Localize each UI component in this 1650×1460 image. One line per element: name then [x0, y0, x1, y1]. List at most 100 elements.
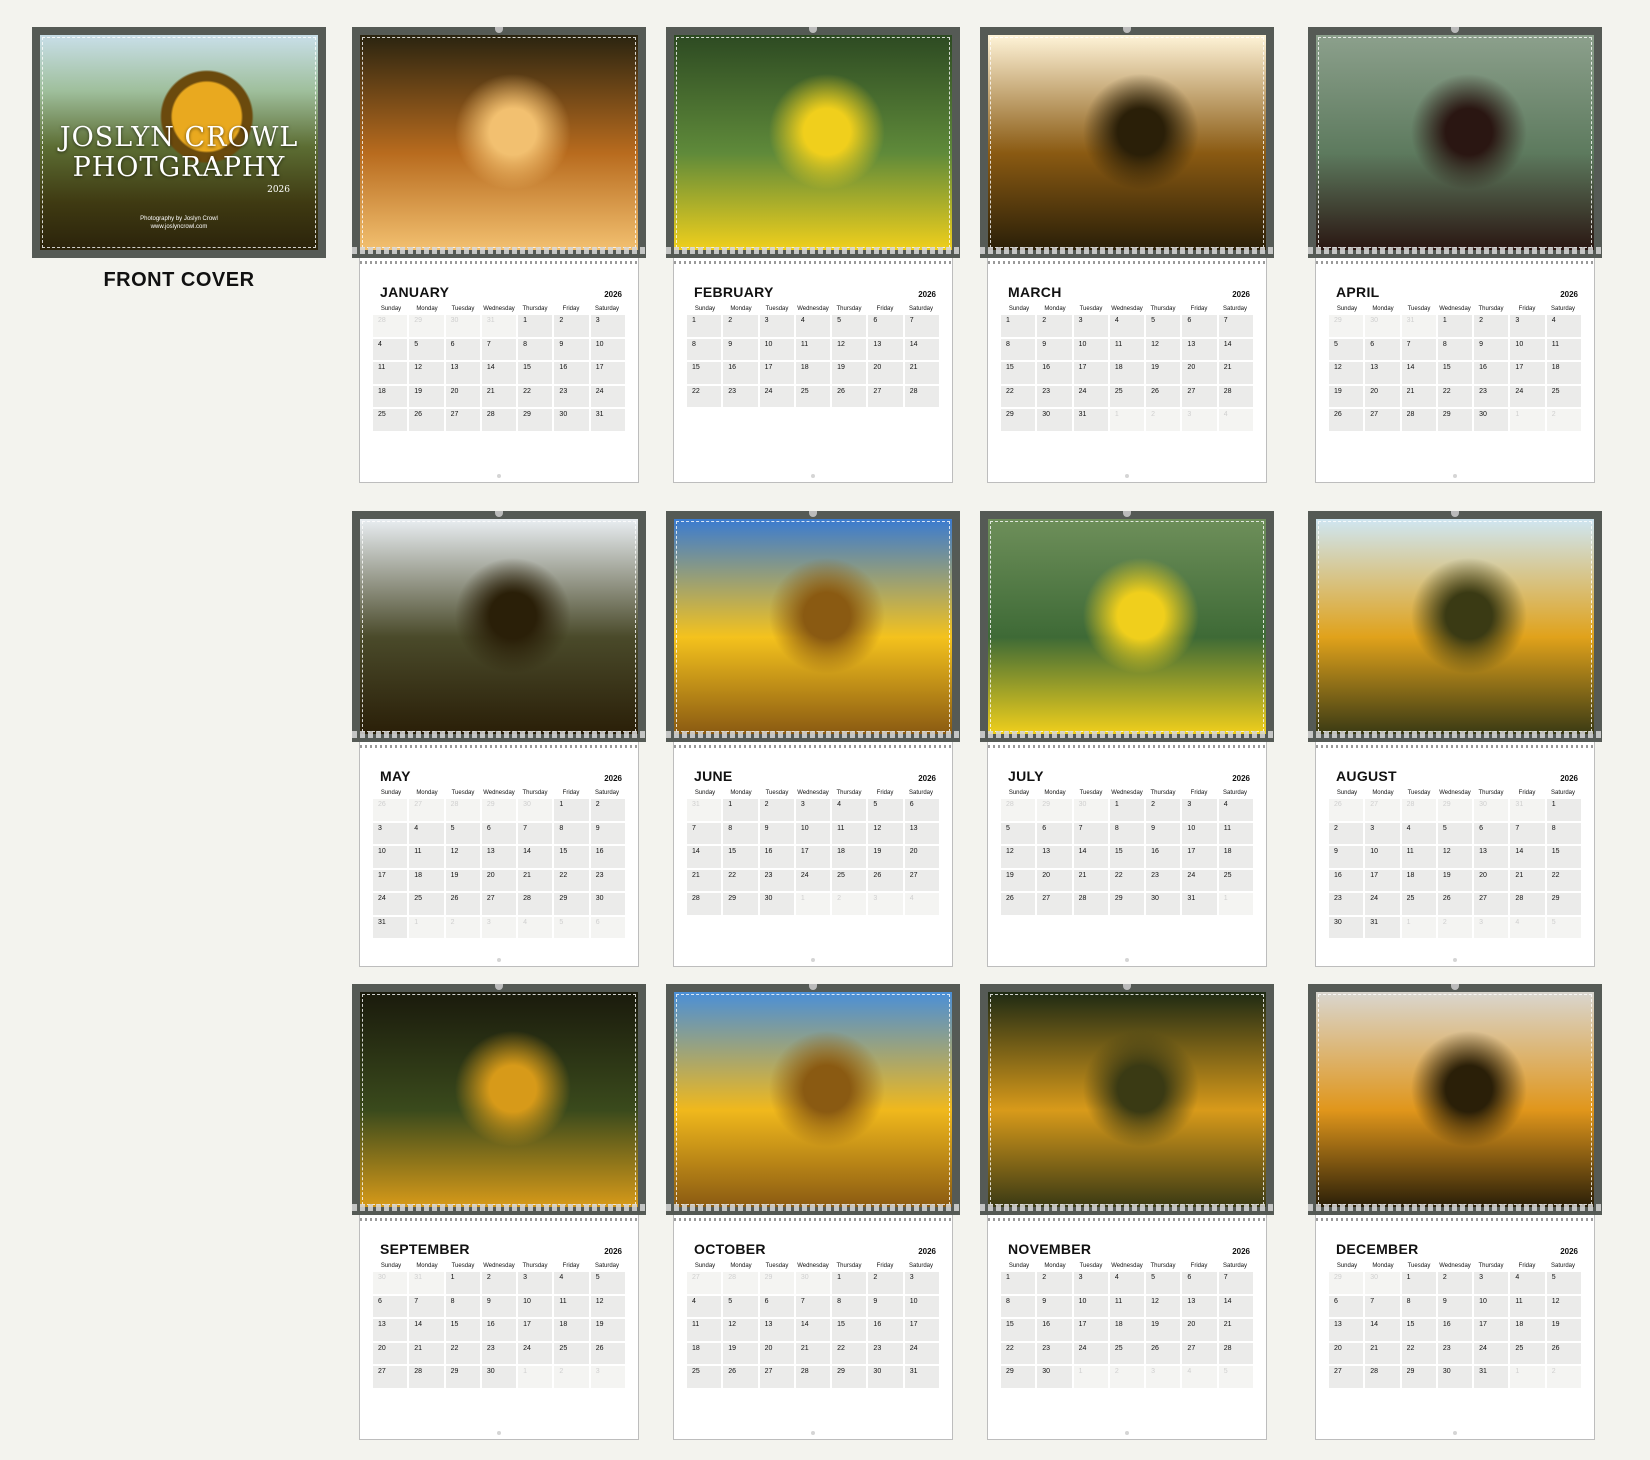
front-cover[interactable]: JOSLYN CROWL PHOTGRAPHY 2026 Photography… — [32, 27, 326, 258]
calendar-page-february[interactable]: FEBRUARY 2026 Sunday Monday Tuesday Wednesday… — [666, 27, 960, 483]
day-cell: 2 — [1329, 822, 1364, 844]
day-cell: 5 — [832, 315, 867, 337]
day-cell: 1 — [723, 799, 758, 821]
page-dot — [811, 958, 815, 962]
day-cells: 29 30 1 2 3 4 5 6 7 8 9 10 11 12 13 14 15 16 17 18 19 20 21 22 2… — [1329, 1272, 1581, 1388]
day-cell: 31 — [1474, 1366, 1509, 1388]
day-cell: 11 — [554, 1295, 589, 1317]
day-cell: 26 — [1146, 385, 1181, 407]
day-cell: 28 — [1401, 409, 1436, 431]
month-grid-page: SEPTEMBER 2026 Sunday Monday Tuesday Wednesda… — [359, 1215, 639, 1440]
day-cell: 23 — [1037, 1342, 1072, 1364]
day-cell: 4 — [1109, 1272, 1145, 1294]
day-cell: 24 — [1365, 893, 1400, 915]
day-cell: 30 — [759, 893, 794, 915]
day-cell: 22 — [723, 869, 758, 891]
weekday-label: Tuesday — [1407, 1263, 1431, 1269]
hanger-hole — [1123, 984, 1131, 990]
day-cell: 1 — [518, 315, 553, 337]
day-cell: 9 — [759, 822, 794, 844]
day-cell: 28 — [904, 385, 939, 407]
prev-month-day: 27 — [687, 1272, 722, 1294]
day-cell: 28 — [518, 893, 553, 915]
day-cell: 4 — [1510, 1272, 1545, 1294]
day-cell: 30 — [1146, 893, 1181, 915]
hanger-hole — [1123, 511, 1131, 517]
day-cell: 22 — [1109, 869, 1145, 891]
day-cell: 1 — [1401, 1272, 1436, 1294]
day-cell: 4 — [1401, 822, 1436, 844]
day-cell: 24 — [1474, 1342, 1509, 1364]
calendar-page-december[interactable]: DECEMBER 2026 Sunday Monday Tuesday Wednesday… — [1308, 984, 1602, 1440]
prev-month-day: 31 — [409, 1272, 444, 1294]
day-cell: 25 — [1109, 385, 1145, 407]
binding-strip — [1308, 731, 1602, 738]
binding-strip — [352, 247, 646, 254]
dashed-frame — [676, 37, 950, 248]
month-photo-frame — [352, 511, 646, 742]
day-cell: 20 — [1365, 385, 1400, 407]
calendar-page-august[interactable]: AUGUST 2026 Sunday Monday Tuesday Wednesday Th… — [1308, 511, 1602, 967]
calendar-page-june[interactable]: JUNE 2026 Sunday Monday Tuesday Wednesday Thur… — [666, 511, 960, 967]
day-cell: 24 — [373, 893, 408, 915]
month-photo-frame — [1308, 27, 1602, 258]
weekday-label: Sunday — [380, 1263, 402, 1269]
next-month-day: 5 — [1218, 1366, 1253, 1388]
day-cell: 26 — [868, 869, 903, 891]
day-cell: 7 — [409, 1295, 444, 1317]
day-cell: 6 — [1365, 338, 1400, 360]
day-cell: 26 — [590, 1342, 625, 1364]
day-cell: 20 — [868, 362, 903, 384]
day-cell: 23 — [868, 1342, 903, 1364]
day-cell: 16 — [554, 362, 589, 384]
day-cell: 30 — [554, 409, 589, 431]
day-cell: 7 — [687, 822, 722, 844]
day-cell: 7 — [1218, 315, 1253, 337]
month-photo-frame — [666, 984, 960, 1215]
day-cell: 29 — [1437, 409, 1473, 431]
day-cell: 30 — [481, 1366, 517, 1388]
day-cell: 3 — [904, 1272, 939, 1294]
day-cell: 8 — [1001, 1295, 1036, 1317]
day-cell: 13 — [904, 822, 939, 844]
month-grid-page: DECEMBER 2026 Sunday Monday Tuesday Wednesday… — [1315, 1215, 1595, 1440]
day-cell: 18 — [1109, 1319, 1145, 1341]
calendar-page-may[interactable]: MAY 2026 Sunday Monday Tuesday Wednesday Thurs… — [352, 511, 646, 967]
day-cell: 18 — [373, 385, 408, 407]
day-cell: 4 — [373, 338, 408, 360]
day-cell: 24 — [518, 1342, 553, 1364]
day-cell: 21 — [518, 869, 553, 891]
day-cell: 17 — [1510, 362, 1545, 384]
calendar-page-march[interactable]: MARCH 2026 Sunday Monday Tuesday Wednesday Thu… — [980, 27, 1274, 483]
day-cell: 12 — [590, 1295, 625, 1317]
page-dot — [1453, 474, 1457, 478]
weekday-label: Monday — [1044, 1263, 1066, 1269]
day-cell: 16 — [759, 846, 794, 868]
day-cell: 22 — [1401, 1342, 1436, 1364]
next-month-day: 4 — [518, 916, 553, 938]
day-cell: 17 — [373, 869, 408, 891]
calendar-page-september[interactable]: SEPTEMBER 2026 Sunday Monday Tuesday Wednesda… — [352, 984, 646, 1440]
calendar-page-october[interactable]: OCTOBER 2026 Sunday Monday Tuesday Wednesday T… — [666, 984, 960, 1440]
prev-month-day: 27 — [1365, 799, 1400, 821]
day-cell: 19 — [723, 1342, 758, 1364]
day-cell: 3 — [1365, 822, 1400, 844]
month-grid-page: APRIL 2026 Sunday Monday Tuesday Wednesday Thu… — [1315, 258, 1595, 483]
calendar-page-april[interactable]: APRIL 2026 Sunday Monday Tuesday Wednesday Thu… — [1308, 27, 1602, 483]
day-cell: 21 — [904, 362, 939, 384]
day-cell: 26 — [832, 385, 867, 407]
day-cell: 28 — [1073, 893, 1108, 915]
calendar-page-november[interactable]: NOVEMBER 2026 Sunday Monday Tuesday Wednesday… — [980, 984, 1274, 1440]
weekday-label: Wednesday — [1111, 790, 1143, 796]
month-photo-frame — [1308, 984, 1602, 1215]
day-cell: 8 — [1109, 822, 1145, 844]
day-cell: 14 — [904, 338, 939, 360]
spiral-binding — [988, 261, 1266, 264]
hanger-hole — [1451, 511, 1459, 517]
weekday-label: Monday — [730, 790, 752, 796]
day-cell: 4 — [554, 1272, 589, 1294]
calendar-page-january[interactable]: JANUARY 2026 Sunday Monday Tuesday Wednesday T… — [352, 27, 646, 483]
prev-month-day: 27 — [409, 799, 444, 821]
day-cell: 14 — [518, 846, 553, 868]
calendar-page-july[interactable]: JULY 2026 Sunday Monday Tuesday Wednesday Thur… — [980, 511, 1274, 967]
